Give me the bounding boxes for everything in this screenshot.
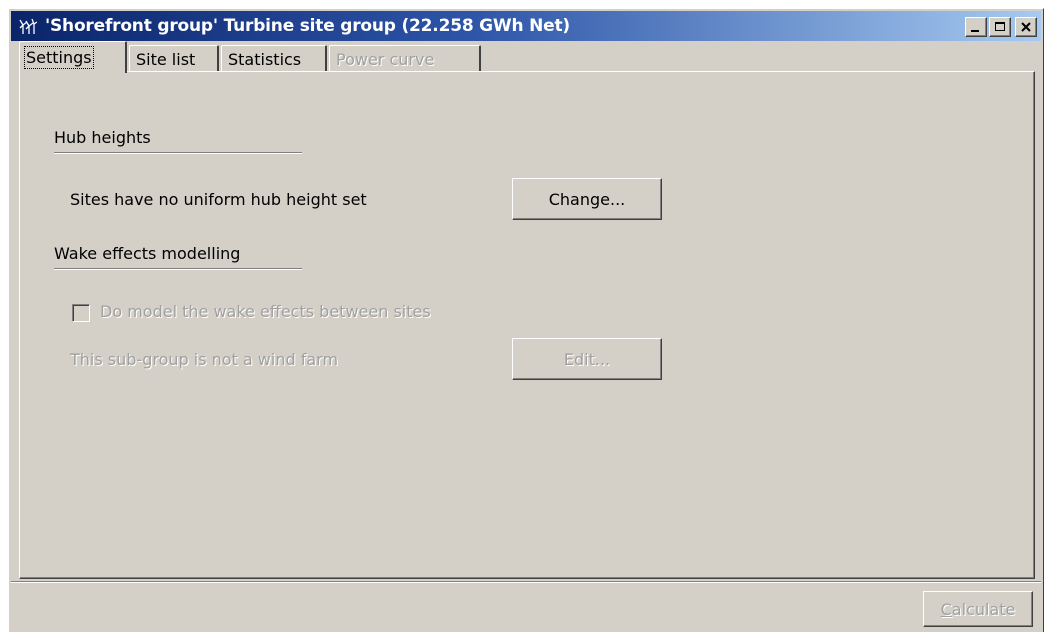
maximize-button[interactable] <box>989 17 1011 37</box>
tab-site-list[interactable]: Site list <box>129 45 219 71</box>
calculate-label-rest: alculate <box>951 599 1016 619</box>
minimize-button[interactable] <box>965 17 987 37</box>
wake-effects-heading: Wake effects modelling <box>54 244 241 263</box>
tab-power-curve[interactable]: Power curve <box>329 45 481 71</box>
hub-heights-divider <box>54 152 302 154</box>
maximize-icon <box>995 22 1005 31</box>
close-button[interactable] <box>1015 17 1037 37</box>
close-icon <box>1021 22 1031 32</box>
tab-settings-label: Settings <box>24 46 94 69</box>
settings-panel: Hub heights Sites have no uniform hub he… <box>19 71 1035 579</box>
tab-statistics[interactable]: Statistics <box>221 45 327 71</box>
wake-effects-divider <box>54 268 302 270</box>
window-title: 'Shorefront group' Turbine site group (2… <box>45 16 570 36</box>
tab-power-curve-label: Power curve <box>336 50 435 69</box>
tab-settings[interactable]: Settings <box>19 41 127 73</box>
wind-farm-note: This sub-group is not a wind farm <box>70 350 339 369</box>
hub-height-status: Sites have no uniform hub height set <box>70 190 367 209</box>
hub-heights-heading: Hub heights <box>54 128 151 147</box>
tab-statistics-label: Statistics <box>228 50 302 69</box>
edit-wake-button[interactable]: Edit... <box>512 338 662 380</box>
turbine-site-group-window: 'Shorefront group' Turbine site group (2… <box>8 8 1044 632</box>
calculate-accel-key: C <box>940 599 952 619</box>
calculate-button[interactable]: Calculate <box>923 591 1033 627</box>
model-wake-effects-label: Do model the wake effects between sites <box>100 302 431 321</box>
minimize-icon <box>971 30 979 32</box>
model-wake-effects-checkbox[interactable] <box>72 304 90 322</box>
change-hub-height-button[interactable]: Change... <box>512 178 662 220</box>
turbine-group-icon <box>19 18 37 34</box>
tab-site-list-label: Site list <box>136 50 196 69</box>
footer-divider <box>11 581 1041 583</box>
title-bar[interactable]: 'Shorefront group' Turbine site group (2… <box>11 11 1041 41</box>
